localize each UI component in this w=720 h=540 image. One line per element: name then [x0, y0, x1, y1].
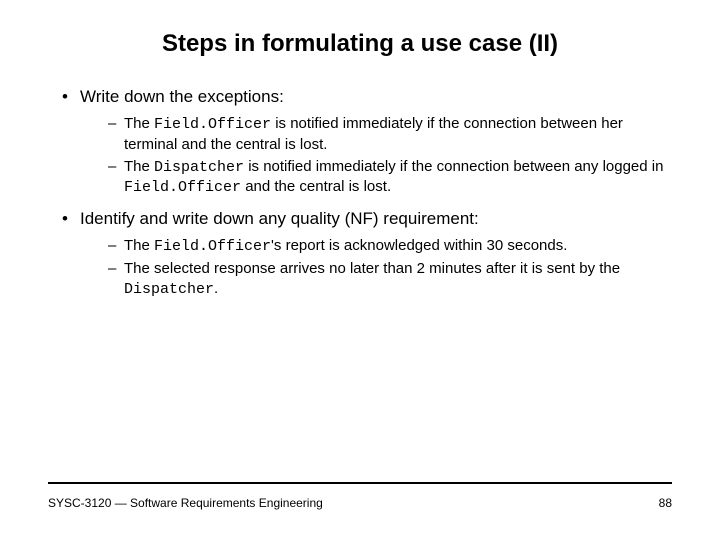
bullet-text: Write down the exceptions: — [80, 87, 284, 106]
text: The — [124, 237, 154, 254]
text: The selected response arrives no later t… — [124, 260, 620, 277]
code-fieldofficer: Field.Officer — [154, 238, 271, 255]
text: The — [124, 158, 154, 175]
code-fieldofficer: Field.Officer — [124, 179, 241, 196]
sub-item: The selected response arrives no later t… — [110, 259, 672, 300]
footer-divider — [48, 482, 672, 484]
sub-list-quality: The Field.Officer's report is acknowledg… — [80, 236, 672, 299]
text: is notified immediately if the connectio… — [244, 158, 663, 175]
code-fieldofficer: Field.Officer — [154, 116, 271, 133]
code-dispatcher: Dispatcher — [124, 281, 214, 298]
bullet-list: Write down the exceptions: The Field.Off… — [48, 86, 672, 300]
page-number: 88 — [659, 496, 672, 510]
text: 's report is acknowledged within 30 seco… — [271, 237, 567, 254]
code-dispatcher: Dispatcher — [154, 159, 244, 176]
bullet-exceptions: Write down the exceptions: The Field.Off… — [66, 86, 672, 198]
footer-text: SYSC-3120 — Software Requirements Engine… — [48, 496, 323, 510]
text: . — [214, 280, 218, 297]
text: The — [124, 115, 154, 132]
text: and the central is lost. — [241, 178, 391, 195]
bullet-quality: Identify and write down any quality (NF)… — [66, 208, 672, 299]
sub-item: The Field.Officer's report is acknowledg… — [110, 236, 672, 257]
bullet-text: Identify and write down any quality (NF)… — [80, 209, 479, 228]
sub-list-exceptions: The Field.Officer is notified immediatel… — [80, 114, 672, 198]
sub-item: The Field.Officer is notified immediatel… — [110, 114, 672, 155]
slide-title: Steps in formulating a use case (II) — [48, 30, 672, 58]
sub-item: The Dispatcher is notified immediately i… — [110, 157, 672, 199]
slide: Steps in formulating a use case (II) Wri… — [0, 0, 720, 540]
